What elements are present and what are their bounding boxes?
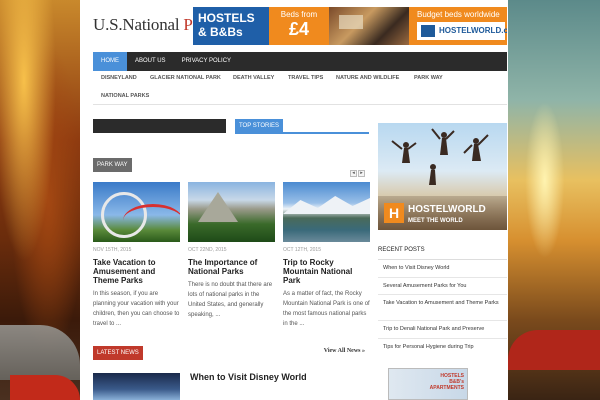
section-divider [93,164,369,165]
article-card[interactable]: NOV 15TH, 2015 Take Vacation to Amusemen… [93,182,180,329]
article-title[interactable]: The Importance of National Parks [188,258,275,276]
header: U.S.National Park HOSTELS & B&Bs Beds fr… [93,7,507,45]
category-nature-and-wildlife[interactable]: NATURE AND WILDLIFE [336,75,399,81]
banner-hostels-text: HOSTELS & B&Bs [198,11,255,39]
nav-item-about-us[interactable]: ABOUT US [127,52,174,71]
article-thumbnail[interactable] [188,182,275,242]
nav-item-home[interactable]: HOME [93,52,127,71]
small-ad-line3: APARTMENTS [429,385,464,391]
article-card[interactable]: OCT 12TH, 2015 Trip to Rocky Mountain Na… [283,182,370,329]
article-date: NOV 15TH, 2015 [93,247,132,253]
list-divider [378,294,507,295]
top-stories-underline [235,132,369,134]
hostelworld-logo-icon: H [384,203,404,223]
article-title[interactable]: Take Vacation to Amusement and Theme Par… [93,258,180,285]
recent-post-link[interactable]: Trip to Denali National Park and Preserv… [383,325,507,334]
page-container: U.S.National Park HOSTELS & B&Bs Beds fr… [80,0,508,400]
category-death-valley[interactable]: DEATH VALLEY [233,75,274,81]
banner-price: £4 [288,19,310,39]
recent-post-link[interactable]: Tips for Personal Hygiene during Trip [383,343,507,352]
kayak-image [508,330,600,370]
category-navigation: DISNEYLAND GLACIER NATIONAL PARK DEATH V… [93,71,507,105]
view-all-news-link[interactable]: View All News » [324,348,365,354]
banner-hostelworld-logo: HOSTELWORLD.com [417,22,507,40]
banner-budget-text: Budget beds worldwide [417,10,500,19]
search-bar[interactable] [93,119,226,133]
kayak-image [0,325,80,380]
recent-post-link[interactable]: Several Amusement Parks for You [383,282,507,291]
background-scenery-left [0,0,80,400]
category-national-parks[interactable]: NATIONAL PARKS [101,93,149,99]
list-divider [378,277,507,278]
park-way-label[interactable]: PARK WAY [93,158,132,172]
header-ad-banner[interactable]: HOSTELS & B&Bs Beds from £4 Budget beds … [193,7,507,45]
article-excerpt: There is no doubt that there are lots of… [188,282,273,318]
latest-news-thumbnail[interactable] [93,373,180,400]
main-navigation: HOME ABOUT US PRIVACY POLICY [93,52,507,71]
banner-right-panel: Budget beds worldwide HOSTELWORLD.com [409,7,507,45]
banner-hostels-line2: & B&Bs [198,25,243,39]
category-travel-tips[interactable]: TRAVEL TIPS [288,75,323,81]
category-park-way[interactable]: PARK WAY [414,75,443,81]
latest-news-label[interactable]: LATEST NEWS [93,346,143,360]
banner-price-panel: Beds from £4 [269,7,329,45]
list-divider [378,338,507,339]
recent-post-link[interactable]: When to Visit Disney World [383,264,507,273]
recent-posts-label: RECENT POSTS [378,247,425,253]
category-glacier-national-park[interactable]: GLACIER NATIONAL PARK [150,75,221,81]
article-date: OCT 12TH, 2015 [283,247,321,253]
sidebar-ad-banner[interactable]: H HOSTELWORLD MEET THE WORLD [378,123,507,230]
sidebar-small-ad[interactable]: HOSTELS B&B's APARTMENTS [388,368,468,400]
category-disneyland[interactable]: DISNEYLAND [101,75,137,81]
recent-posts-header: RECENT POSTS [378,247,507,260]
next-arrow-icon[interactable]: ▸ [358,170,365,177]
nav-item-privacy-policy[interactable]: PRIVACY POLICY [174,52,239,71]
park-way-section-header: PARK WAY ◂ ▸ [93,158,369,177]
section-divider [378,259,507,260]
latest-news-section-header: LATEST NEWS View All News » [93,346,369,360]
kayak-image [10,375,80,400]
article-card[interactable]: OCT 22ND, 2015 The Importance of Nationa… [188,182,275,320]
article-date: OCT 22ND, 2015 [188,247,227,253]
carousel-controls: ◂ ▸ [349,161,365,179]
ad-tagline: MEET THE WORLD [408,218,463,224]
article-excerpt: As a matter of fact, the Rocky Mountain … [283,291,370,327]
small-ad-text: HOSTELS B&B's APARTMENTS [430,373,464,391]
article-thumbnail[interactable] [283,182,370,242]
latest-news-title[interactable]: When to Visit Disney World [190,372,307,382]
recent-post-link[interactable]: Take Vacation to Amusement and Theme Par… [383,299,507,308]
prev-arrow-icon[interactable]: ◂ [350,170,357,177]
jumping-people-image [391,128,489,185]
list-divider [378,320,507,321]
logo-text: U.S.National [93,15,184,34]
banner-beds-from: Beds from [280,10,318,19]
background-scenery-right [508,0,600,400]
article-thumbnail[interactable] [93,182,180,242]
article-title[interactable]: Trip to Rocky Mountain National Park [283,258,370,285]
ad-brand: HOSTELWORLD [408,204,486,215]
top-stories-tab[interactable]: TOP STORIES [235,119,284,133]
article-excerpt: In this season, if you are planning your… [93,291,180,327]
banner-hostels-line1: HOSTELS [198,11,255,25]
banner-room-photo [329,7,409,45]
